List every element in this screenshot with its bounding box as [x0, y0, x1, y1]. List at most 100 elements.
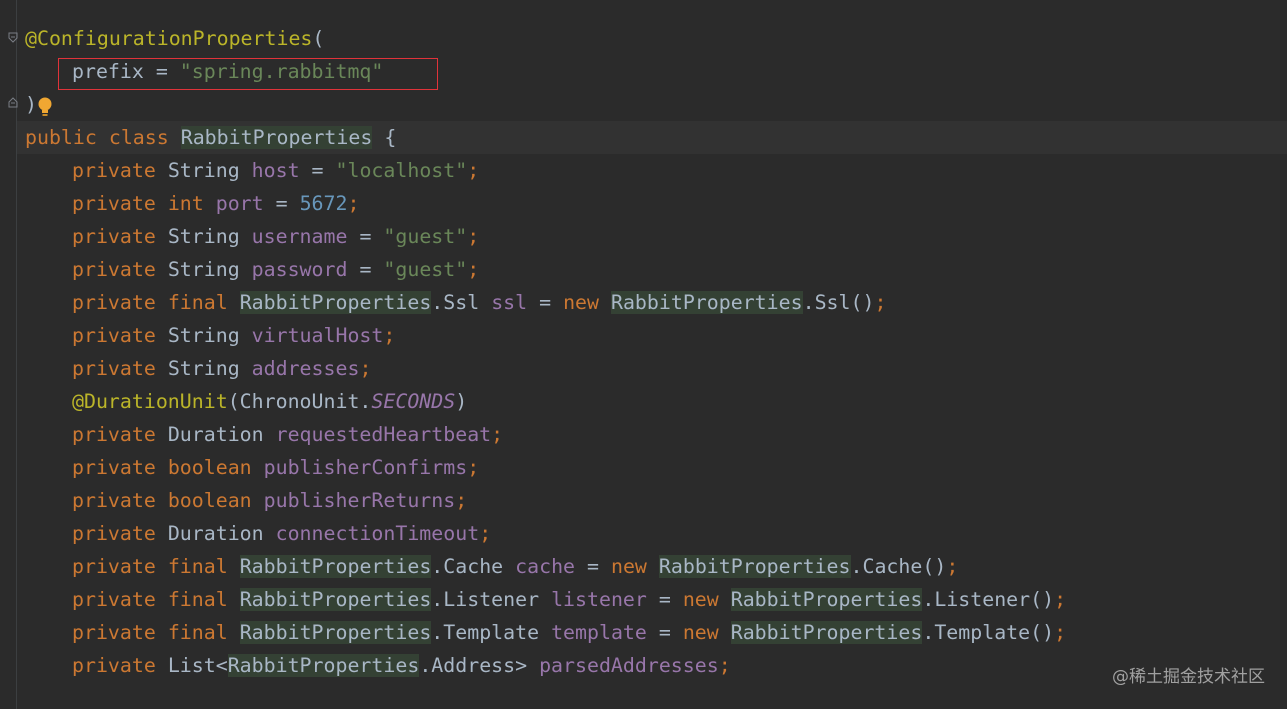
- equals-token: =: [575, 555, 611, 578]
- type-token: .Listener: [431, 588, 540, 611]
- type-token: .Cache: [431, 555, 504, 578]
- constant-token: SECONDS: [371, 390, 456, 413]
- keyword-token: private: [72, 555, 156, 578]
- class-ref-token: RabbitProperties: [239, 588, 432, 611]
- class-ref-token: RabbitProperties: [239, 555, 432, 578]
- equals-token: =: [299, 159, 336, 182]
- equals-token: =: [527, 291, 564, 314]
- code-line-field[interactable]: private String host = "localhost";: [72, 154, 479, 187]
- code-line-field[interactable]: @DurationUnit(ChronoUnit.SECONDS): [72, 385, 467, 418]
- initializer-token: "localhost": [335, 159, 468, 182]
- type-token: .Listener(): [922, 588, 1055, 611]
- semicolon-token: ;: [347, 192, 360, 215]
- paren-token: (: [227, 390, 240, 413]
- semicolon-token: ;: [467, 258, 480, 281]
- keyword-token: private: [72, 489, 156, 512]
- code-line-field[interactable]: private final RabbitProperties.Cache cac…: [72, 550, 958, 583]
- keyword-token: private: [72, 357, 156, 380]
- keyword-token: private: [72, 324, 156, 347]
- keyword-token: new: [682, 588, 719, 611]
- code-line-field[interactable]: private String addresses;: [72, 352, 371, 385]
- lightbulb-icon[interactable]: [37, 96, 53, 118]
- code-line-field[interactable]: private final RabbitProperties.Listener …: [72, 583, 1066, 616]
- code-line-field[interactable]: private String username = "guest";: [72, 220, 479, 253]
- code-editor[interactable]: @ConfigurationProperties( prefix = "spri…: [0, 0, 1287, 709]
- type-token: .Template: [431, 621, 540, 644]
- semicolon-token: ;: [718, 654, 731, 677]
- annotation-token: @ConfigurationProperties: [25, 27, 313, 50]
- class-ref-token: RabbitProperties: [730, 588, 923, 611]
- type-token: ChronoUnit.: [239, 390, 372, 413]
- field-name: requestedHeartbeat: [275, 423, 492, 446]
- semicolon-token: ;: [1054, 621, 1067, 644]
- type-token: String: [167, 357, 240, 380]
- code-line-field[interactable]: private List<RabbitProperties.Address> p…: [72, 649, 731, 682]
- brace-token: {: [384, 126, 397, 149]
- field-name: virtualHost: [251, 324, 384, 347]
- code-line-field[interactable]: private final RabbitProperties.Ssl ssl =…: [72, 286, 886, 319]
- keyword-token: new: [610, 555, 647, 578]
- code-line-field[interactable]: private int port = 5672;: [72, 187, 359, 220]
- field-name: host: [251, 159, 300, 182]
- keyword-token: public: [25, 126, 97, 149]
- equals-token: =: [347, 225, 384, 248]
- type-token: .Cache(): [850, 555, 947, 578]
- code-line-class-declaration[interactable]: public class RabbitProperties {: [17, 121, 1287, 154]
- semicolon-token: ;: [874, 291, 887, 314]
- keyword-token: int: [167, 192, 204, 215]
- code-line[interactable]: @ConfigurationProperties(: [25, 22, 324, 55]
- keyword-token: new: [563, 291, 599, 314]
- keyword-token: private: [72, 456, 156, 479]
- field-name: publisherReturns: [263, 489, 456, 512]
- type-token: String: [167, 159, 240, 182]
- keyword-token: private: [72, 522, 156, 545]
- fold-open-icon[interactable]: [8, 32, 18, 44]
- code-line-field[interactable]: private String virtualHost;: [72, 319, 395, 352]
- keyword-token: boolean: [167, 489, 252, 512]
- paren-token: ): [25, 93, 37, 116]
- field-name: listener: [551, 588, 647, 611]
- type-token: String: [167, 258, 240, 281]
- semicolon-token: ;: [467, 225, 480, 248]
- keyword-token: final: [167, 291, 228, 314]
- type-token: Duration: [167, 522, 264, 545]
- keyword-token: final: [167, 588, 228, 611]
- class-ref-token: RabbitProperties: [730, 621, 923, 644]
- keyword-token: final: [167, 621, 228, 644]
- initializer-token: "guest": [383, 258, 468, 281]
- code-line-field[interactable]: private final RabbitProperties.Template …: [72, 616, 1066, 649]
- semicolon-token: ;: [1054, 588, 1067, 611]
- code-line-field[interactable]: private Duration requestedHeartbeat;: [72, 418, 503, 451]
- code-line-field[interactable]: private Duration connectionTimeout;: [72, 517, 491, 550]
- field-name: username: [251, 225, 348, 248]
- field-name: connectionTimeout: [275, 522, 480, 545]
- class-ref-token: RabbitProperties: [658, 555, 851, 578]
- semicolon-token: ;: [359, 357, 372, 380]
- field-name: template: [551, 621, 647, 644]
- semicolon-token: ;: [455, 489, 468, 512]
- code-line-field[interactable]: private boolean publisherConfirms;: [72, 451, 479, 484]
- keyword-token: private: [72, 621, 156, 644]
- class-ref-token: RabbitProperties: [227, 654, 420, 677]
- keyword-token: private: [72, 192, 156, 215]
- paren-token: (: [312, 27, 325, 50]
- keyword-token: private: [72, 159, 156, 182]
- keyword-token: private: [72, 588, 156, 611]
- prefix-highlight-box: [58, 58, 438, 90]
- type-token: .Ssl: [431, 291, 480, 314]
- semicolon-token: ;: [383, 324, 396, 347]
- field-name: parsedAddresses: [539, 654, 719, 677]
- fold-close-icon[interactable]: [8, 96, 18, 108]
- equals-token: =: [263, 192, 300, 215]
- code-line[interactable]: ): [25, 88, 37, 121]
- code-line-field[interactable]: private boolean publisherReturns;: [72, 484, 467, 517]
- semicolon-token: ;: [467, 159, 480, 182]
- keyword-token: private: [72, 654, 156, 677]
- class-ref-token: RabbitProperties: [610, 291, 803, 314]
- code-line-field[interactable]: private String password = "guest";: [72, 253, 479, 286]
- type-token: String: [167, 324, 240, 347]
- equals-token: =: [646, 588, 683, 611]
- initializer-token: 5672: [299, 192, 348, 215]
- keyword-token: private: [72, 225, 156, 248]
- keyword-token: boolean: [167, 456, 252, 479]
